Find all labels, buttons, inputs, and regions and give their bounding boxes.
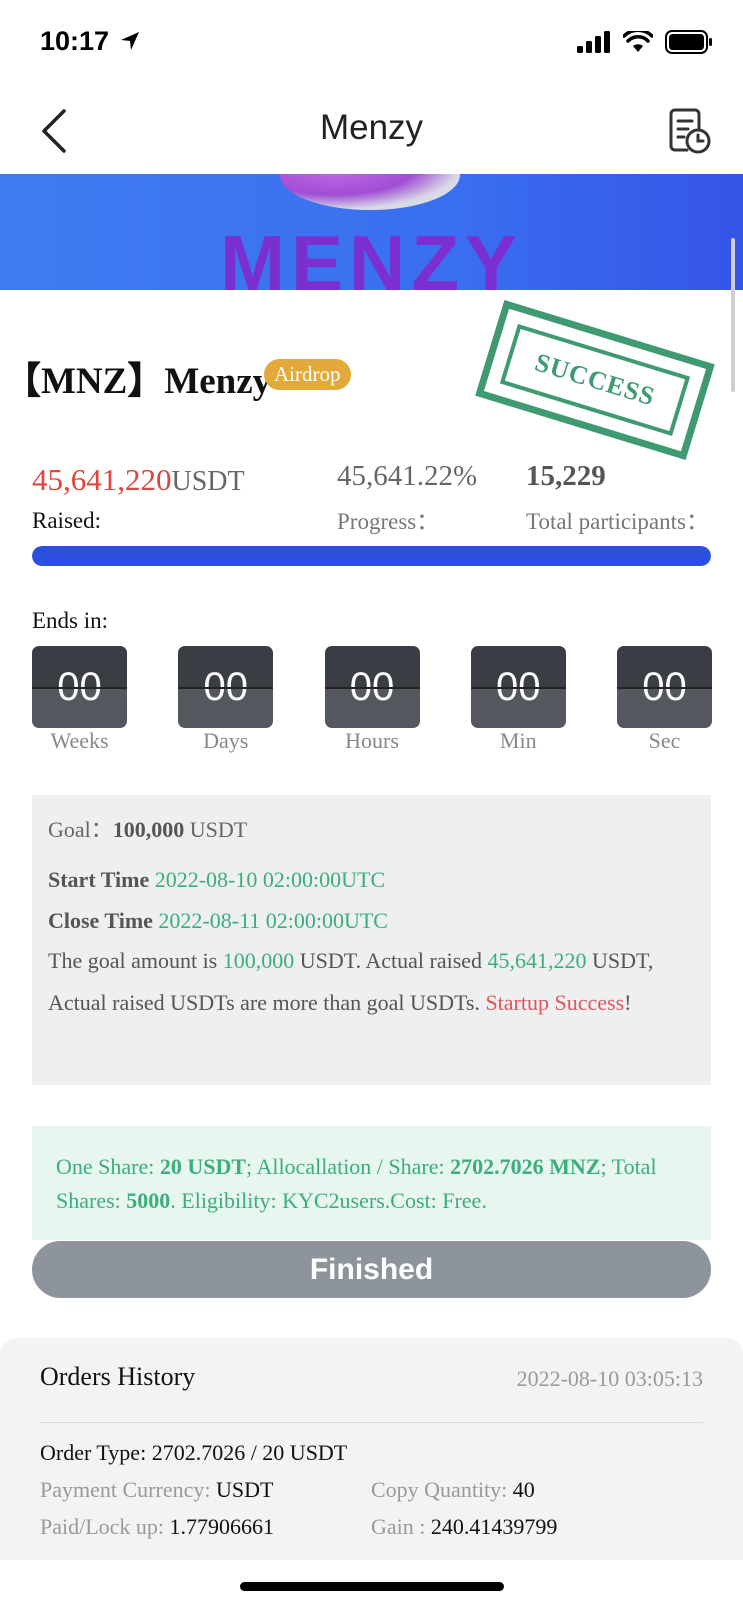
status-time-text: 10:17 bbox=[40, 26, 110, 56]
location-arrow-icon bbox=[120, 32, 139, 50]
participants-label: Total participants： bbox=[526, 509, 709, 534]
scrollbar[interactable] bbox=[731, 238, 735, 392]
paid-lockup: Paid/Lock up: 1.77906661 bbox=[40, 1514, 274, 1540]
orders-history-panel: Orders History 2022-08-10 03:05:13 Order… bbox=[0, 1338, 743, 1560]
desc-text-4: ! bbox=[624, 990, 632, 1015]
share-info-box: One Share: 20 USDT; Allocallation / Shar… bbox=[32, 1126, 711, 1240]
goal-description: The goal amount is 100,000 USDT. Actual … bbox=[48, 940, 695, 1024]
order-type-label: Order Type: bbox=[40, 1440, 152, 1465]
status-time: 10:17 bbox=[40, 26, 141, 57]
order-type: Order Type: 2702.7026 / 20 USDT bbox=[40, 1440, 347, 1466]
paid-lockup-label: Paid/Lock up: bbox=[40, 1514, 170, 1539]
start-time-value: 2022-08-10 02:00:00UTC bbox=[154, 867, 386, 892]
participants-value: 15,229 bbox=[526, 460, 606, 492]
goal-label: Goal： bbox=[48, 817, 113, 842]
countdown-minutes: 00 Min bbox=[470, 646, 566, 754]
start-time-line: Start Time 2022-08-10 02:00:00UTC bbox=[48, 865, 695, 895]
order-date: 2022-08-10 03:05:13 bbox=[516, 1366, 703, 1391]
banner-logo-graphic bbox=[280, 174, 460, 210]
gain-value: 240.41439799 bbox=[430, 1514, 558, 1539]
nav-bar: Menzy bbox=[0, 88, 743, 174]
close-time-label: Close Time bbox=[48, 908, 153, 933]
banner-logo-text: MENZY bbox=[220, 219, 523, 290]
paid-lockup-value: 1.77906661 bbox=[169, 1514, 275, 1539]
orders-divider bbox=[40, 1422, 703, 1423]
status-icons bbox=[577, 30, 713, 54]
countdown-minutes-value: 00 bbox=[470, 646, 566, 728]
page-title: Menzy bbox=[319, 108, 424, 147]
countdown-weeks-value: 00 bbox=[32, 646, 127, 728]
close-time-value: 2022-08-11 02:00:00UTC bbox=[158, 908, 388, 933]
payment-currency: Payment Currency: USDT bbox=[40, 1477, 273, 1503]
raised-unit: USDT bbox=[171, 466, 245, 497]
desc-text-1: The goal amount is bbox=[48, 948, 223, 973]
progress-value: 45,641.22% bbox=[337, 460, 478, 492]
gain: Gain : 240.41439799 bbox=[371, 1514, 557, 1540]
goal-line: Goal：100,000 USDT bbox=[48, 815, 695, 845]
home-indicator bbox=[240, 1582, 504, 1591]
countdown-days-label: Days bbox=[203, 728, 249, 753]
allocation-label: ; Allocallation / Share: bbox=[246, 1154, 451, 1179]
order-history-button[interactable] bbox=[669, 108, 711, 154]
gain-label: Gain : bbox=[371, 1514, 431, 1539]
finished-button[interactable]: Finished bbox=[32, 1241, 711, 1298]
raised-amount: 45,641,220USDT bbox=[32, 462, 245, 498]
one-share-value: 20 USDT bbox=[159, 1154, 247, 1179]
ends-in-label: Ends in: bbox=[32, 608, 109, 633]
progress-label: Progress： bbox=[337, 509, 440, 534]
document-clock-icon bbox=[669, 108, 711, 154]
desc-goal-amount: 100,000 bbox=[222, 948, 295, 973]
desc-status: Startup Success bbox=[485, 990, 625, 1015]
project-type-badge: Airdrop bbox=[264, 359, 351, 390]
payment-currency-value: USDT bbox=[215, 1477, 274, 1502]
order-type-value: 2702.7026 / 20 USDT bbox=[151, 1440, 348, 1465]
countdown: 00 Weeks 00 Days 00 Hours 00 Min 00 Sec bbox=[32, 646, 712, 754]
copy-quantity-value: 40 bbox=[512, 1477, 535, 1502]
countdown-hours-label: Hours bbox=[345, 728, 399, 753]
countdown-days-value: 00 bbox=[178, 646, 274, 728]
countdown-weeks-label: Weeks bbox=[50, 728, 109, 753]
success-stamp-text: SUCCESS bbox=[531, 347, 659, 412]
countdown-days: 00 Days bbox=[178, 646, 274, 754]
copy-quantity-label: Copy Quantity: bbox=[371, 1477, 513, 1502]
battery-icon bbox=[665, 30, 712, 54]
one-share-label: One Share: bbox=[56, 1154, 160, 1179]
cellular-signal-icon bbox=[577, 31, 610, 53]
project-title: 【MNZ】Menzy bbox=[4, 361, 272, 402]
copy-quantity: Copy Quantity: 40 bbox=[371, 1477, 535, 1503]
progress-bar-fill bbox=[32, 546, 711, 566]
countdown-minutes-label: Min bbox=[499, 728, 537, 753]
orders-history-title: Orders History bbox=[40, 1362, 196, 1391]
success-stamp: SUCCESS bbox=[475, 300, 715, 460]
countdown-seconds: 00 Sec bbox=[617, 646, 712, 754]
close-time-line: Close Time 2022-08-11 02:00:00UTC bbox=[48, 906, 695, 936]
wifi-icon bbox=[623, 31, 653, 52]
total-shares-value: 5000 bbox=[126, 1188, 171, 1213]
eligibility-text: . Eligibility: KYC2users.Cost: Free. bbox=[170, 1188, 487, 1213]
start-time-label: Start Time bbox=[48, 867, 150, 892]
countdown-seconds-label: Sec bbox=[648, 728, 681, 753]
desc-raised-amount: 45,641,220 bbox=[487, 948, 587, 973]
countdown-hours: 00 Hours bbox=[324, 646, 420, 754]
raised-label: Raised: bbox=[32, 508, 101, 533]
countdown-weeks: 00 Weeks bbox=[32, 646, 127, 754]
goal-unit: USDT bbox=[189, 817, 248, 842]
progress-bar bbox=[32, 546, 711, 566]
countdown-seconds-value: 00 bbox=[617, 646, 712, 728]
desc-text-2: USDT. Actual raised bbox=[294, 948, 488, 973]
goal-value: 100,000 bbox=[112, 817, 185, 842]
project-banner: MENZY bbox=[0, 174, 743, 290]
allocation-value: 2702.7026 MNZ bbox=[450, 1154, 601, 1179]
success-stamp-inner: SUCCESS bbox=[499, 324, 691, 436]
raised-value: 45,641,220 bbox=[32, 462, 172, 497]
goal-info-box: Goal：100,000 USDT Start Time 2022-08-10 … bbox=[32, 795, 711, 1085]
status-bar: 10:17 bbox=[0, 0, 743, 88]
payment-currency-label: Payment Currency: bbox=[40, 1477, 216, 1502]
countdown-hours-value: 00 bbox=[324, 646, 420, 728]
